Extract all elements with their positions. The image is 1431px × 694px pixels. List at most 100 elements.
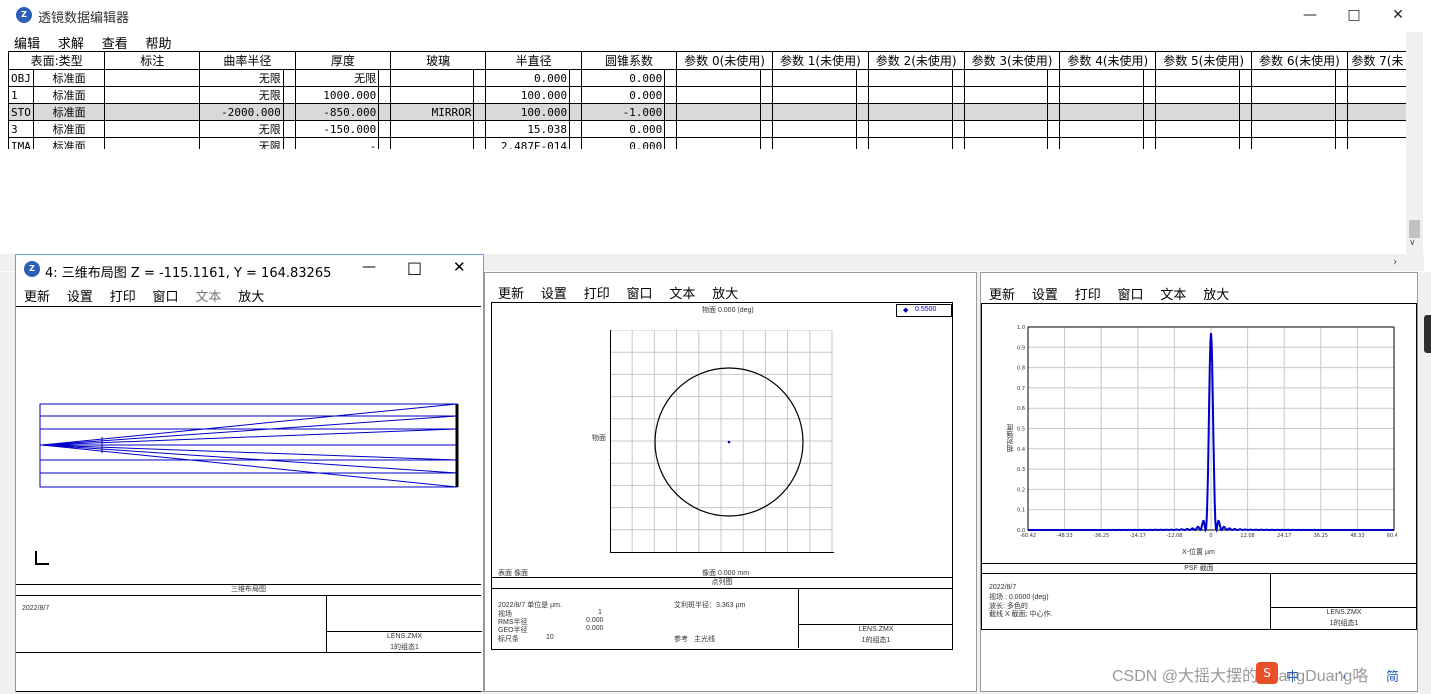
solve-cell[interactable] [473,120,487,138]
param-cell[interactable] [676,137,762,149]
solve-cell[interactable] [378,103,392,121]
cell-semi-dia[interactable]: 2.487E-014 [485,137,571,149]
param-cell[interactable] [1143,69,1157,87]
menu-zoom[interactable]: 放大 [712,287,738,302]
solve-cell[interactable] [664,137,678,149]
cell-type[interactable]: 标准面 [32,137,106,149]
column-header[interactable]: 圆锥系数 [580,51,678,70]
cell-radius[interactable]: 无限 [199,137,284,149]
menu-text[interactable]: 文本 [1160,288,1186,303]
solve-cell[interactable] [473,137,487,149]
param-cell[interactable] [1059,137,1145,149]
table-row[interactable]: OBJ 标准面 无限 无限 0.000 0.000 [8,69,1408,87]
solve-cell[interactable] [569,137,582,149]
solve-cell[interactable] [378,120,392,138]
cell-comment[interactable] [104,69,201,87]
param-cell[interactable] [772,137,857,149]
param-cell[interactable] [1251,86,1336,104]
menu-text[interactable]: 文本 [669,287,695,302]
param-cell[interactable] [951,120,965,138]
cell-surf[interactable]: 3 [8,120,34,138]
param-cell[interactable] [1239,120,1253,138]
cell-type[interactable]: 标准面 [32,86,106,104]
param-cell[interactable] [1059,69,1145,87]
minimize-icon[interactable]: — [362,259,376,275]
param-cell[interactable] [760,120,773,138]
column-header[interactable]: 参数 3(未使用) [963,51,1061,70]
param-cell[interactable] [1047,103,1061,121]
column-header[interactable]: 半直径 [485,51,582,70]
menu-help[interactable]: 帮助 [146,37,172,52]
param-cell[interactable] [1346,120,1408,138]
cell-thickness[interactable]: 1000.000 [294,86,380,104]
solve-cell[interactable] [282,103,296,121]
solve-cell[interactable] [473,86,487,104]
column-header[interactable]: 参数 5(未使用) [1155,51,1253,70]
param-cell[interactable] [1251,69,1336,87]
column-header[interactable]: 标注 [104,51,201,70]
cell-comment[interactable] [104,120,201,138]
menu-update[interactable]: 更新 [24,290,50,305]
solve-cell[interactable] [282,86,296,104]
solve-cell[interactable] [569,103,582,121]
param-cell[interactable] [760,86,773,104]
param-cell[interactable] [772,69,857,87]
param-cell[interactable] [772,103,857,121]
param-cell[interactable] [772,120,857,138]
param-cell[interactable] [1047,69,1061,87]
param-cell[interactable] [676,120,762,138]
cell-conic[interactable]: 0.000 [580,137,666,149]
solve-cell[interactable] [664,86,678,104]
param-cell[interactable] [1143,120,1157,138]
column-header[interactable]: 参数 4(未使用) [1059,51,1157,70]
param-cell[interactable] [867,86,953,104]
param-cell[interactable] [676,103,762,121]
menu-text[interactable]: 文本 [195,290,221,305]
column-header[interactable]: 玻璃 [390,51,487,70]
param-cell[interactable] [855,103,869,121]
solve-cell[interactable] [473,69,487,87]
param-cell[interactable] [951,137,965,149]
column-header[interactable]: 表面:类型 [8,51,106,70]
param-cell[interactable] [1346,137,1408,149]
scroll-thumb[interactable] [1409,220,1420,238]
menu-window[interactable]: 窗口 [1118,288,1144,303]
vertical-scrollbar[interactable]: ∨ [1406,32,1423,254]
scroll-down-icon[interactable]: ∨ [1409,238,1416,248]
param-cell[interactable] [760,69,773,87]
param-cell[interactable] [951,86,965,104]
solve-cell[interactable] [378,69,392,87]
cell-semi-dia[interactable]: 100.000 [485,103,571,121]
cell-surf[interactable]: 1 [8,86,34,104]
param-cell[interactable] [963,120,1049,138]
param-cell[interactable] [963,103,1049,121]
sogou-icon[interactable]: S [1256,662,1278,684]
param-cell[interactable] [1334,86,1348,104]
menu-print[interactable]: 打印 [584,287,610,302]
menu-zoom[interactable]: 放大 [1203,288,1229,303]
param-cell[interactable] [772,86,857,104]
cell-glass[interactable] [390,120,475,138]
param-cell[interactable] [1155,120,1241,138]
column-header[interactable]: 参数 6(未使用) [1251,51,1348,70]
solve-cell[interactable] [378,137,392,149]
param-cell[interactable] [1346,103,1408,121]
cell-thickness[interactable]: - [294,137,380,149]
param-cell[interactable] [1155,86,1241,104]
solve-cell[interactable] [569,86,582,104]
param-cell[interactable] [1334,103,1348,121]
column-header[interactable]: 参数 2(未使用) [867,51,965,70]
param-cell[interactable] [1047,137,1061,149]
solve-cell[interactable] [282,120,296,138]
solve-cell[interactable] [664,103,678,121]
cell-semi-dia[interactable]: 15.038 [485,120,571,138]
menu-print[interactable]: 打印 [110,290,136,305]
table-row[interactable]: 3 标准面 无限 -150.000 15.038 0.000 [8,120,1408,138]
cell-glass[interactable] [390,137,475,149]
cell-surf[interactable]: IMA [8,137,34,149]
cell-conic[interactable]: 0.000 [580,69,666,87]
cell-thickness[interactable]: -150.000 [294,120,380,138]
param-cell[interactable] [1047,86,1061,104]
param-cell[interactable] [1334,120,1348,138]
cell-thickness[interactable]: -850.000 [294,103,380,121]
